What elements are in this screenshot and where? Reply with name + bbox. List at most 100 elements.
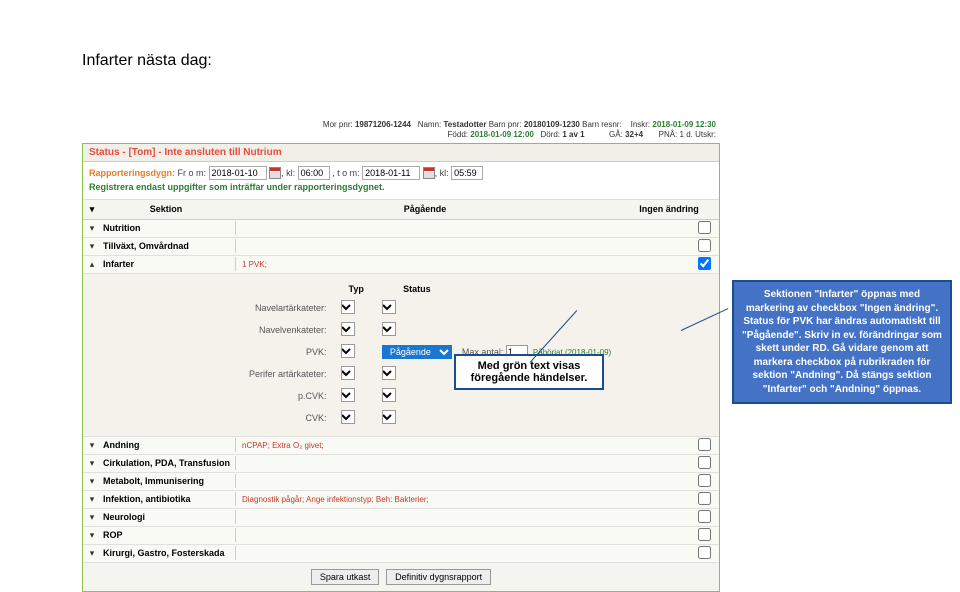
expand-icon[interactable]: ▾	[83, 530, 101, 541]
section-label: Infarter	[101, 259, 231, 269]
namn-label: Namn:	[418, 120, 442, 129]
calendar-icon[interactable]	[423, 167, 435, 179]
section-row[interactable]: ▾Cirkulation, PDA, Transfusion	[83, 455, 719, 473]
nochange-checkbox[interactable]	[698, 492, 711, 505]
from-time-input[interactable]	[298, 166, 330, 180]
mor-pnr: 19871206-1244	[355, 120, 411, 129]
ga-label: GÅ:	[609, 130, 623, 139]
inskr: 2018-01-09 12:30	[652, 120, 716, 129]
typ-select[interactable]	[341, 410, 355, 424]
pna-label: PNÅ: 1 d. Utskr:	[659, 130, 716, 139]
to-date-input[interactable]	[362, 166, 420, 180]
col-status: Status	[378, 282, 456, 296]
infarter-label: PVK:	[245, 342, 335, 362]
expand-icon[interactable]: ▾	[83, 494, 101, 505]
expand-icon[interactable]: ▴	[83, 259, 101, 270]
barn-pnr-label: Barn pnr:	[489, 120, 522, 129]
section-row[interactable]: ▴Infarter 1 PVK;	[83, 256, 719, 274]
columns-header: ▾ Sektion Pågående Ingen ändring	[83, 200, 719, 220]
mor-pnr-label: Mor pnr:	[323, 120, 353, 129]
status-select[interactable]: Pågående	[382, 345, 452, 359]
patient-header: Mor pnr: 19871206-1244 Namn: Testadotter…	[82, 118, 720, 143]
nochange-checkbox[interactable]	[698, 438, 711, 451]
barn-resnr-label: Barn resnr:	[582, 120, 622, 129]
typ-select[interactable]	[341, 366, 355, 380]
nochange-checkbox[interactable]	[698, 546, 711, 559]
section-label: Metabolt, Immunisering	[101, 476, 231, 486]
typ-select[interactable]	[341, 322, 355, 336]
typ-select[interactable]	[341, 388, 355, 402]
section-row[interactable]: ▾AndningnCPAP; Extra O₂ givet;	[83, 437, 719, 455]
col-typ: Typ	[337, 282, 376, 296]
nochange-checkbox[interactable]	[698, 474, 711, 487]
section-row[interactable]: ▾Infektion, antibiotika Diagnostik pågår;…	[83, 491, 719, 509]
typ-select[interactable]	[341, 344, 355, 358]
typ-select[interactable]	[341, 300, 355, 314]
section-label: Nutrition	[101, 223, 231, 233]
infarter-label: Navelartärkateter:	[245, 298, 335, 318]
page-title: Infarter nästa dag:	[82, 52, 212, 70]
section-row[interactable]: ▾Neurologi	[83, 509, 719, 527]
nochange-checkbox[interactable]	[698, 456, 711, 469]
section-content: Diagnostik pågår; Ange infektionstyp; Be…	[240, 495, 689, 504]
infarter-label: p.CVK:	[245, 386, 335, 406]
report-label: Rapporteringsdygn:	[89, 168, 175, 178]
save-draft-button[interactable]: Spara utkast	[311, 569, 380, 585]
report-note: Registrera endast uppgifter som inträffa…	[89, 182, 385, 192]
from-date-input[interactable]	[209, 166, 267, 180]
toggle-all[interactable]: ▾	[83, 204, 101, 215]
section-row[interactable]: ▾Tillväxt, Omvårdnad	[83, 238, 719, 256]
section-label: Kirurgi, Gastro, Fosterskada	[101, 548, 231, 558]
section-row[interactable]: ▾Kirurgi, Gastro, Fosterskada	[83, 545, 719, 563]
fodd: 2018-01-09 12:00	[470, 130, 534, 139]
to-time-input[interactable]	[451, 166, 483, 180]
report-bar: Rapporteringsdygn: Fr o m: , kl: , t o m…	[83, 162, 719, 200]
section-row[interactable]: ▾ROP	[83, 527, 719, 545]
namn: Testadotter	[443, 120, 486, 129]
status-select[interactable]	[382, 300, 396, 314]
expand-icon[interactable]: ▾	[83, 548, 101, 559]
expand-icon[interactable]: ▾	[83, 223, 101, 234]
final-report-button[interactable]: Definitiv dygnsrapport	[386, 569, 491, 585]
nochange-checkbox[interactable]	[698, 257, 711, 270]
inskr-label: Inskr:	[631, 120, 651, 129]
status-select[interactable]	[382, 388, 396, 402]
section-row[interactable]: ▾Metabolt, Immunisering	[83, 473, 719, 491]
dord-label: Dörd:	[541, 130, 561, 139]
expand-icon[interactable]: ▾	[83, 241, 101, 252]
section-content: 1 PVK;	[240, 260, 689, 269]
status-select[interactable]	[382, 410, 396, 424]
fodd-label: Född:	[448, 130, 468, 139]
nochange-checkbox[interactable]	[698, 221, 711, 234]
infarter-body: TypStatus Navelartärkateter:Navelvenkatet…	[83, 274, 719, 437]
sections: ▾Nutrition▾Tillväxt, Omvårdnad▴Infarter1…	[83, 220, 719, 563]
to-label: , t o m:	[332, 168, 360, 178]
ga: 32+4	[625, 130, 643, 139]
infarter-label: Perifer artärkateter:	[245, 364, 335, 384]
expand-icon[interactable]: ▾	[83, 440, 101, 451]
bottom-buttons: Spara utkast Definitiv dygnsrapport	[83, 563, 719, 591]
expand-icon[interactable]: ▾	[83, 458, 101, 469]
status-select[interactable]	[382, 366, 396, 380]
section-label: ROP	[101, 530, 231, 540]
expand-icon[interactable]: ▾	[83, 476, 101, 487]
section-label: Tillväxt, Omvårdnad	[101, 241, 231, 251]
callout-green: Med grön text visas föregående händelser…	[454, 354, 604, 390]
status-select[interactable]	[382, 322, 396, 336]
app-window: Mor pnr: 19871206-1244 Namn: Testadotter…	[82, 118, 720, 592]
infarter-label: Navelvenkateter:	[245, 320, 335, 340]
section-label: Infektion, antibiotika	[101, 494, 231, 504]
calendar-icon[interactable]	[269, 167, 281, 179]
section-row[interactable]: ▾Nutrition	[83, 220, 719, 238]
barn-pnr: 20180109-1230	[524, 120, 580, 129]
nochange-checkbox[interactable]	[698, 528, 711, 541]
section-content: nCPAP; Extra O₂ givet;	[240, 441, 689, 450]
nochange-checkbox[interactable]	[698, 510, 711, 523]
section-label: Cirkulation, PDA, Transfusion	[101, 458, 231, 468]
col-ongoing: Pågående	[231, 204, 619, 215]
infarter-row: CVK:	[245, 408, 615, 428]
col-section: Sektion	[101, 204, 231, 215]
infarter-label: CVK:	[245, 408, 335, 428]
nochange-checkbox[interactable]	[698, 239, 711, 252]
expand-icon[interactable]: ▾	[83, 512, 101, 523]
